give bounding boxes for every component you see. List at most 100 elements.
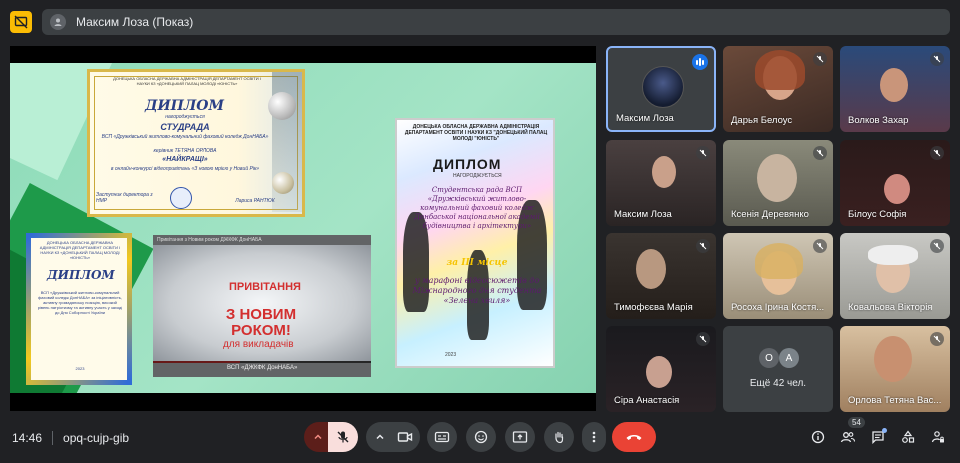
shapes-icon [902, 430, 915, 443]
participant-tile[interactable]: Волков Захар [840, 46, 950, 132]
bottom-bar: 14:46 opq-cujp-gib 54 [0, 417, 960, 463]
diploma-text: ВСП «Дружківський житлово-комунальний фа… [37, 290, 123, 315]
participant-name: Максим Лоза [614, 209, 672, 220]
presentation-badge[interactable] [10, 11, 32, 33]
hand-icon [555, 431, 564, 444]
diploma-contest: в онлайн-конкурсі відеопривітань «З ново… [110, 166, 260, 172]
diploma-org: ВСП «Дружківський житлово-комунальний фа… [101, 134, 269, 140]
chat-button[interactable] [868, 427, 888, 447]
participant-tile[interactable]: Ксенія Деревянко [723, 140, 833, 226]
mic-off-icon [696, 146, 710, 160]
camera-toggle-button[interactable] [390, 422, 420, 452]
top-bar: Максим Лоза (Показ) [0, 0, 960, 44]
present-screen-button[interactable] [505, 422, 535, 452]
participant-name: Сіра Анастасія [614, 395, 680, 406]
participant-tile[interactable]: Білоус Софія [840, 140, 950, 226]
clock-time: 14:46 [12, 431, 43, 445]
presenter-bar[interactable]: Максим Лоза (Показ) [42, 9, 950, 35]
chevron-up-icon [376, 434, 384, 440]
mic-off-icon [930, 239, 944, 253]
present-icon [512, 431, 528, 443]
phone-hangup-icon [626, 435, 642, 440]
participant-tile[interactable]: Максим Лоза [606, 140, 716, 226]
diploma-top-left: ДОНЕЦЬКА ОБЛАСНА ДЕРЖАВНА АДМІНІСТРАЦІЯ … [87, 69, 305, 217]
mic-toggle-button[interactable] [328, 422, 358, 452]
decor-ornament [272, 172, 294, 194]
mic-off-icon [930, 332, 944, 346]
raise-hand-button[interactable] [544, 422, 574, 452]
video-text-line1: ПРИВІТАННЯ [229, 281, 301, 293]
end-call-button[interactable] [612, 422, 656, 452]
participant-tile[interactable]: Дарья Белоус [723, 46, 833, 132]
participant-tile[interactable]: Ковальова Вікторія [840, 233, 950, 319]
participant-name: Дарья Белоус [731, 115, 793, 126]
diploma-awarded: нагороджується [165, 114, 205, 120]
reactions-button[interactable] [466, 422, 496, 452]
participant-name: Тимофєєва Марія [614, 302, 693, 313]
chat-notification-dot [882, 428, 887, 433]
people-button[interactable] [838, 427, 858, 447]
diploma-header: ДОНЕЦЬКА ОБЛАСНА ДЕРЖАВНА АДМІНІСТРАЦІЯ … [39, 240, 121, 260]
video-caption: ВСП «ДЖКФК ДонНАБА» [153, 361, 371, 377]
diploma-sign-left: Заступник директора з НМР [96, 192, 153, 204]
meeting-details-button[interactable] [808, 427, 828, 447]
lock-person-icon [931, 431, 944, 443]
captions-button[interactable] [427, 422, 457, 452]
chevron-up-icon [314, 434, 322, 440]
mic-off-icon [696, 332, 710, 346]
shared-screen[interactable]: ДОНЕЦЬКА ОБЛАСНА ДЕРЖАВНА АДМІНІСТРАЦІЯ … [10, 46, 596, 411]
participant-name: Орлова Тетяна Вас... [848, 395, 942, 406]
diploma-awarded: НАГОРОДЖУЄТЬСЯ [453, 173, 502, 179]
participant-name: Ксенія Деревянко [731, 209, 809, 220]
host-controls-button[interactable] [928, 427, 948, 447]
speaking-indicator-icon [692, 54, 708, 70]
diploma-header: ДОНЕЦЬКА ОБЛАСНА ДЕРЖАВНА АДМІНІСТРАЦІЯ … [113, 76, 261, 86]
participant-name: Волков Захар [848, 115, 909, 126]
participant-tile[interactable]: Сіра Анастасія [606, 326, 716, 412]
diploma-right: ДОНЕЦЬКА ОБЛАСНА ДЕРЖАВНА АДМІНІСТРАЦІЯ … [395, 118, 555, 368]
mic-off-icon [337, 431, 349, 443]
diploma-bottom-left: ДОНЕЦЬКА ОБЛАСНА ДЕРЖАВНА АДМІНІСТРАЦІЯ … [26, 233, 132, 385]
present-off-icon [14, 15, 28, 29]
diploma-sign-right: Лариса РАНТЮК [235, 198, 275, 204]
participant-name: Росоха Ірина Костя... [731, 302, 825, 313]
mic-off-icon [696, 239, 710, 253]
mic-off-icon [813, 52, 827, 66]
embedded-video[interactable]: Привітання з Новим роком ДЖКФК ДонНАБА П… [153, 235, 371, 377]
mic-off-icon [813, 239, 827, 253]
participant-tile[interactable]: Росоха Ірина Костя... [723, 233, 833, 319]
more-options-button[interactable] [582, 422, 606, 452]
video-title: Привітання з Новим роком ДЖКФК ДонНАБА [153, 235, 371, 245]
presenter-avatar [50, 14, 66, 30]
captions-icon [434, 431, 450, 443]
participant-name: Ковальова Вікторія [848, 302, 933, 313]
avatar: A [779, 348, 799, 368]
presenter-label: Максим Лоза (Показ) [76, 15, 194, 29]
mic-off-icon [813, 146, 827, 160]
meeting-code: opq-cujp-gib [63, 431, 130, 445]
diploma-recipient: Студентська рада ВСП «Дружківський житло… [414, 186, 540, 230]
activities-button[interactable] [898, 427, 918, 447]
video-text-line2: З НОВИМ РОКОМ! [225, 306, 297, 339]
presentation-slide: ДОНЕЦЬКА ОБЛАСНА ДЕРЖАВНА АДМІНІСТРАЦІЯ … [10, 63, 596, 393]
diploma-seal [170, 187, 192, 209]
diploma-leader: керівник ТЕТЯНА ОРЛОВА [153, 148, 217, 154]
participant-tile[interactable]: Орлова Тетяна Вас... [840, 326, 950, 412]
diploma-title: ДИПЛОМ [47, 268, 115, 282]
diploma-title: ДИПЛОМ [433, 156, 502, 172]
emoji-icon [474, 430, 488, 444]
video-text-line3: для викладачів [223, 339, 294, 350]
info-icon [811, 430, 825, 444]
decor-ornament [268, 92, 296, 120]
participant-name: Максим Лоза [616, 113, 674, 124]
mic-off-icon [930, 146, 944, 160]
participant-name: Білоус Софія [848, 209, 907, 220]
meeting-info: 14:46 opq-cujp-gib [12, 431, 129, 445]
participant-tile[interactable]: Тимофєєва Марія [606, 233, 716, 319]
more-vert-icon [592, 431, 596, 443]
avatar: O [759, 348, 779, 368]
diploma-contest: у марафоні відеосюжетів до Міжнародного … [412, 276, 542, 305]
more-participants-tile[interactable]: O A Ещё 42 чел. [723, 326, 833, 412]
diploma-title: ДИПЛОМ [145, 98, 224, 114]
participant-tile[interactable]: Максим Лоза [606, 46, 716, 132]
